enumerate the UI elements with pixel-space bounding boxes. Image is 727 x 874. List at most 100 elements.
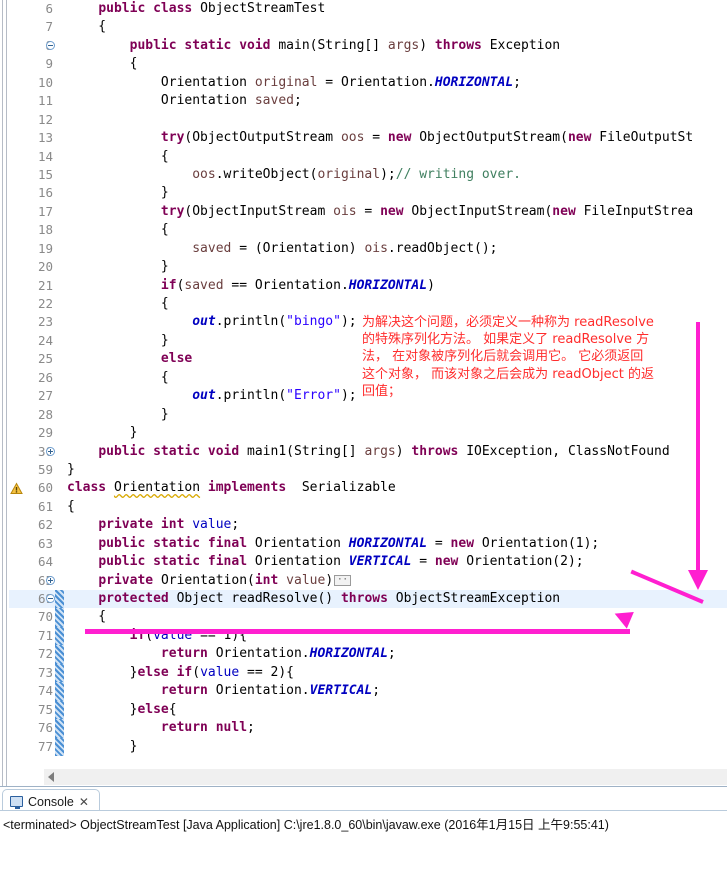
- line-number: 71: [37, 627, 53, 643]
- collapsed-code-marker[interactable]: ··: [334, 574, 351, 586]
- code-line[interactable]: 74 return Orientation.VERTICAL;: [9, 682, 727, 701]
- code-line[interactable]: 72 return Orientation.HORIZONTAL;: [9, 645, 727, 664]
- code-line[interactable]: 59}: [9, 461, 727, 479]
- code-line[interactable]: 21 if(saved == Orientation.HORIZONTAL): [9, 277, 727, 295]
- code-text: class Orientation implements Serializabl…: [67, 480, 396, 496]
- line-number: 74: [37, 683, 53, 699]
- code-line[interactable]: 12: [9, 111, 727, 129]
- eclipse-window: 6 public class ObjectStreamTest7 {8 publ…: [0, 0, 727, 874]
- code-text: out.println("bingo");: [192, 314, 357, 330]
- line-number: 26: [37, 369, 53, 385]
- code-line[interactable]: 62 private int value;: [9, 516, 727, 534]
- change-marker: [55, 645, 64, 664]
- code-text: }: [67, 185, 169, 201]
- chinese-annotation-text: 为解决这个问题，必须定义一种称为 readResolve 的特殊序列化方法。 如…: [362, 315, 655, 399]
- code-line[interactable]: 13 try(ObjectOutputStream oos = new Obje…: [9, 129, 727, 147]
- code-text: }: [67, 259, 169, 275]
- code-line[interactable]: 7 {: [9, 18, 727, 36]
- code-text: public static final Orientation HORIZONT…: [98, 535, 600, 551]
- code-line[interactable]: 8 public static void main(String[] args)…: [9, 37, 727, 55]
- code-line[interactable]: 20 }: [9, 258, 727, 276]
- code-line[interactable]: 73 }else if(value == 2){: [9, 663, 727, 683]
- line-number: 75: [37, 701, 53, 717]
- fold-collapse-icon[interactable]: [46, 40, 55, 50]
- change-marker: [55, 663, 64, 683]
- code-text: {: [67, 19, 107, 35]
- java-editor[interactable]: 6 public class ObjectStreamTest7 {8 publ…: [0, 0, 727, 786]
- code-line[interactable]: 19 saved = (Orientation) ois.readObject(…: [9, 240, 727, 258]
- code-line[interactable]: 61 {: [9, 498, 727, 516]
- code-line[interactable]: 17 try(ObjectInputStream ois = new Objec…: [9, 203, 727, 221]
- fold-expand-icon[interactable]: [46, 575, 55, 585]
- tab-console[interactable]: Console ✕: [2, 789, 100, 811]
- code-text: }else if(value == 2){: [67, 664, 295, 680]
- code-text: {: [67, 222, 169, 238]
- line-number: 25: [37, 351, 53, 367]
- code-text: }: [67, 406, 169, 422]
- change-marker: [55, 700, 64, 720]
- code-text: public static void main1(String[] args) …: [98, 443, 670, 459]
- code-text: protected Object readResolve() throws Ob…: [98, 591, 561, 606]
- line-number: 16: [37, 185, 53, 201]
- code-text: try(ObjectOutputStream oos = new ObjectO…: [160, 130, 694, 146]
- fold-collapse-icon[interactable]: [46, 594, 55, 603]
- code-text: private int value;: [98, 517, 240, 533]
- close-icon[interactable]: ✕: [79, 795, 89, 809]
- line-number: 23: [37, 314, 53, 330]
- scroll-left-arrow-icon[interactable]: [48, 772, 54, 782]
- code-line[interactable]: 22 {: [9, 295, 727, 313]
- code-text: public static void main(String[] args) t…: [129, 37, 561, 53]
- code-line[interactable]: 75 }else{: [9, 700, 727, 720]
- console-tabstrip: Console ✕: [0, 787, 727, 811]
- line-number: 64: [37, 554, 53, 570]
- fold-expand-icon[interactable]: [46, 446, 55, 456]
- console-terminated-line: <terminated> ObjectStreamTest [Java Appl…: [3, 818, 609, 832]
- line-number: 62: [37, 517, 53, 533]
- code-line[interactable]: 14 {: [9, 148, 727, 166]
- console-panel: Console ✕ <terminated> ObjectStreamTest …: [0, 787, 727, 874]
- code-line[interactable]: 77 }: [9, 737, 727, 756]
- editor-horizontal-scrollbar[interactable]: [44, 768, 727, 785]
- code-line[interactable]: 6 public class ObjectStreamTest: [9, 0, 727, 18]
- code-text: {: [67, 148, 169, 164]
- line-number: 76: [37, 720, 53, 736]
- change-marker: [55, 608, 64, 627]
- line-number: 10: [37, 74, 53, 90]
- line-number: 63: [37, 535, 53, 551]
- code-text: }: [67, 738, 138, 754]
- code-text: {: [67, 498, 75, 514]
- code-line[interactable]: 65 private Orientation(int value) ··: [9, 572, 727, 590]
- code-text: public static final Orientation VERTICAL…: [98, 554, 584, 570]
- code-line[interactable]: 10 Orientation original = Orientation.HO…: [9, 74, 727, 92]
- code-line[interactable]: 28 }: [9, 406, 727, 424]
- line-number: 12: [37, 111, 53, 127]
- code-line[interactable]: 15 oos.writeObject(original);// writing …: [9, 166, 727, 184]
- code-line[interactable]: 30 public static void main1(String[] arg…: [9, 443, 727, 461]
- code-line[interactable]: 9 {: [9, 55, 727, 73]
- code-text: else: [160, 351, 193, 367]
- code-line[interactable]: 18 {: [9, 221, 727, 239]
- code-line[interactable]: 16 }: [9, 184, 727, 202]
- code-line[interactable]: 76 return null;: [9, 719, 727, 738]
- code-line[interactable]: 60 class Orientation implements Serializa…: [9, 479, 727, 497]
- code-line[interactable]: 11 Orientation saved;: [9, 92, 727, 110]
- line-number: 59: [37, 461, 53, 477]
- warning-icon[interactable]: [10, 482, 23, 495]
- code-text: {: [67, 609, 107, 625]
- change-marker: [55, 719, 64, 738]
- annotation-arrow-shaft: [696, 322, 700, 577]
- line-number: 19: [37, 240, 53, 256]
- code-line[interactable]: 63 public static final Orientation HORIZ…: [9, 535, 727, 553]
- code-text: try(ObjectInputStream ois = new ObjectIn…: [160, 203, 694, 219]
- code-text: out.println("Error");: [192, 388, 357, 404]
- line-number: 24: [37, 332, 53, 348]
- line-number: 6: [45, 1, 53, 16]
- code-text: if(saved == Orientation.HORIZONTAL): [160, 277, 435, 293]
- change-marker: [55, 590, 64, 609]
- code-line[interactable]: 64 public static final Orientation VERTI…: [9, 553, 727, 571]
- line-number: 61: [37, 498, 53, 514]
- code-text: Orientation saved;: [67, 93, 302, 109]
- change-marker: [55, 626, 64, 646]
- code-line[interactable]: 29 }: [9, 424, 727, 442]
- line-number: 77: [37, 738, 53, 754]
